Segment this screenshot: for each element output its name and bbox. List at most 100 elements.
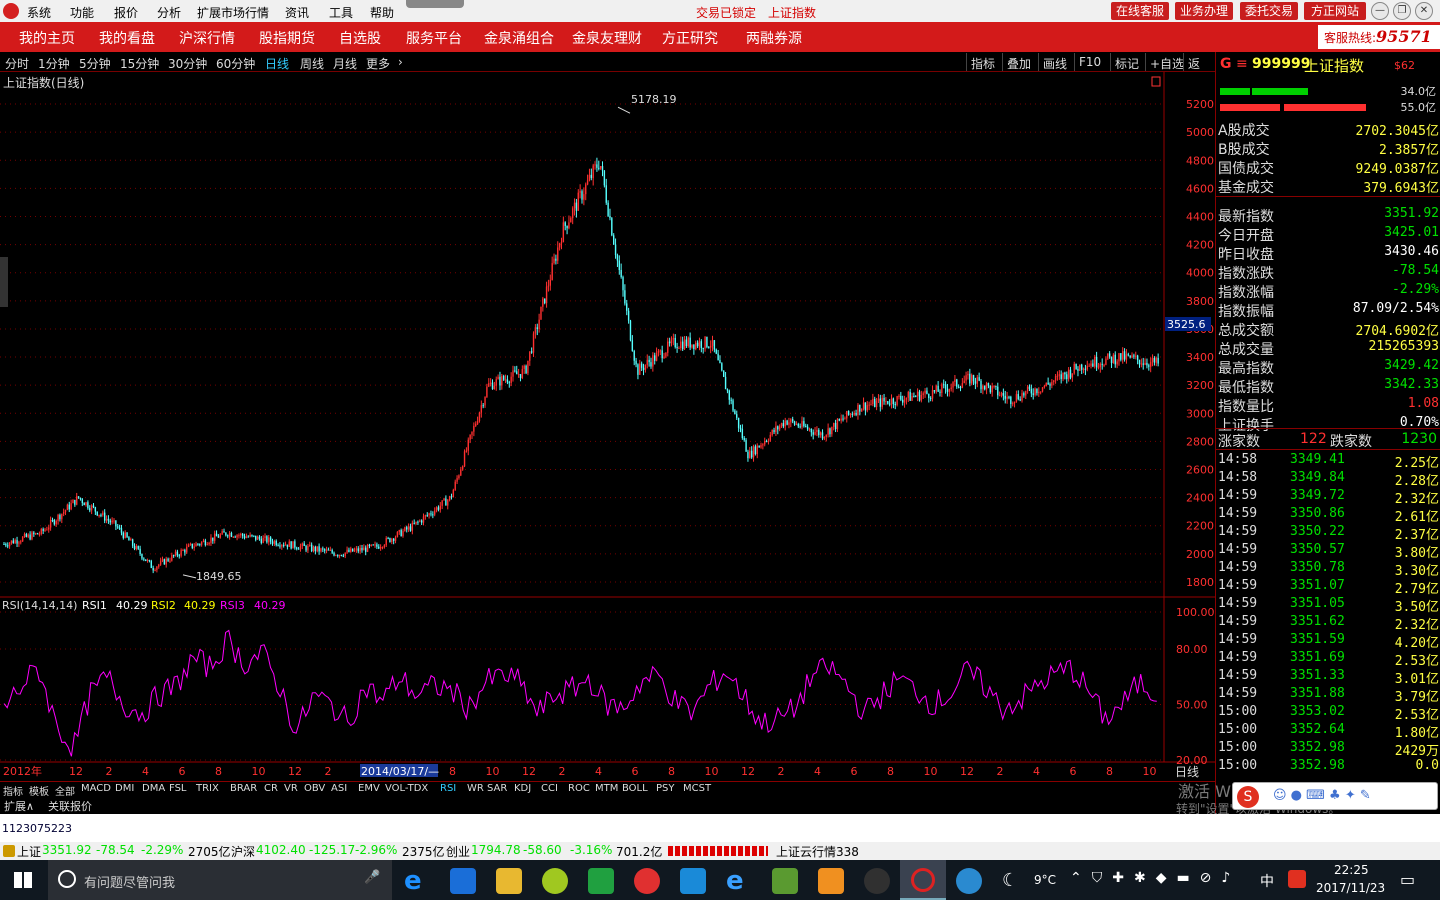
indicator-tab-模板[interactable]: 模板: [29, 783, 49, 798]
menu-info[interactable]: 资讯: [285, 4, 309, 21]
period-monthly[interactable]: 月线: [333, 55, 357, 72]
founder-app-tab[interactable]: [900, 860, 946, 900]
nav-research[interactable]: 方正研究: [662, 28, 718, 48]
ticker-sz-label[interactable]: 沪深: [231, 843, 255, 860]
indicator-tab-mtm[interactable]: MTM: [595, 783, 618, 794]
clock-date[interactable]: 2017/11/23: [1316, 881, 1385, 895]
indicator-tab-fsl[interactable]: FSL: [169, 783, 187, 794]
cortana-search[interactable]: 有问题尽管问我 🎤: [48, 860, 392, 900]
period-5min[interactable]: 5分钟: [79, 55, 111, 72]
ime-tools-icons[interactable]: ☺ ● ⌨ ♣ ✦ ✎: [1273, 788, 1371, 803]
tool-add-watch[interactable]: +自选: [1145, 53, 1188, 71]
menu-analysis[interactable]: 分析: [157, 4, 181, 21]
indicator-tab-vol-tdx[interactable]: VOL-TDX: [385, 783, 428, 794]
indicator-tab-指标[interactable]: 指标: [3, 783, 23, 798]
ime-toolbar[interactable]: S ☺ ● ⌨ ♣ ✦ ✎: [1232, 782, 1438, 810]
menu-ext-market[interactable]: 扩展市场行情: [197, 4, 269, 21]
tray-icons[interactable]: ⌃⛉✚✱◆▬⊘♪: [1070, 870, 1240, 886]
period-weekly[interactable]: 周线: [300, 55, 324, 72]
website-button[interactable]: 方正网站: [1304, 2, 1366, 20]
sogou-tray-icon[interactable]: [1288, 870, 1306, 888]
kline-chart[interactable]: 1800200022002400260028003000320034003600…: [0, 72, 1215, 782]
indicator-tab-全部[interactable]: 全部: [55, 783, 75, 798]
minimize-icon[interactable]: —: [1371, 2, 1389, 20]
menu-tools[interactable]: 工具: [329, 4, 353, 21]
tool-f10[interactable]: F10: [1074, 53, 1105, 71]
tool-back[interactable]: 返回: [1183, 53, 1215, 88]
indicator-tab-cr[interactable]: CR: [264, 783, 278, 794]
tool-mark[interactable]: 标记: [1110, 53, 1143, 71]
indicator-tab-boll[interactable]: BOLL: [622, 783, 648, 794]
indicator-tab-kdj[interactable]: KDJ: [514, 783, 531, 794]
app-icon-2[interactable]: [588, 868, 614, 894]
indicator-tab-obv[interactable]: OBV: [304, 783, 325, 794]
menu-system[interactable]: 系统: [27, 4, 51, 21]
nav-futures[interactable]: 股指期货: [259, 28, 315, 48]
hotline[interactable]: 客服热线:95571: [1318, 25, 1440, 49]
nav-watch[interactable]: 我的看盘: [99, 28, 155, 48]
tool-overlay[interactable]: 叠加: [1002, 53, 1035, 71]
browser-icon[interactable]: [956, 868, 982, 894]
indicator-tab-brar[interactable]: BRAR: [230, 783, 257, 794]
trade-button[interactable]: 委托交易: [1240, 2, 1298, 20]
tab-related[interactable]: 关联报价: [48, 798, 92, 814]
nav-margin[interactable]: 两融券源: [746, 28, 802, 48]
indicator-tab-roc[interactable]: ROC: [568, 783, 590, 794]
weather[interactable]: 9°C: [1034, 873, 1056, 887]
nav-market[interactable]: 沪深行情: [179, 28, 235, 48]
indicator-tab-psy[interactable]: PSY: [656, 783, 675, 794]
app-icon-3[interactable]: [634, 868, 660, 894]
qq-icon[interactable]: [864, 868, 890, 894]
menu-function[interactable]: 功能: [70, 4, 94, 21]
indicator-tab-mcst[interactable]: MCST: [683, 783, 711, 794]
menu-quote[interactable]: 报价: [114, 4, 138, 21]
indicator-tab-emv[interactable]: EMV: [358, 783, 380, 794]
nav-watchlist[interactable]: 自选股: [339, 28, 381, 48]
tab-extend[interactable]: 扩展∧: [4, 798, 34, 814]
close-icon[interactable]: ✕: [1415, 2, 1433, 20]
indicator-tab-cci[interactable]: CCI: [541, 783, 558, 794]
indicator-tab-dma[interactable]: DMA: [142, 783, 165, 794]
period-fenshi[interactable]: 分时: [5, 55, 29, 72]
nav-home[interactable]: 我的主页: [19, 28, 75, 48]
period-15min[interactable]: 15分钟: [120, 55, 159, 72]
menu-help[interactable]: 帮助: [370, 4, 394, 21]
indicator-tab-dmi[interactable]: DMI: [115, 783, 134, 794]
mic-icon[interactable]: 🎤: [364, 870, 380, 885]
period-60min[interactable]: 60分钟: [216, 55, 255, 72]
code-input[interactable]: 1123075223: [2, 822, 72, 835]
indicator-tab-trix[interactable]: TRIX: [196, 783, 219, 794]
tool-indicator[interactable]: 指标: [966, 53, 999, 71]
explorer-icon[interactable]: [496, 868, 522, 894]
indicator-tab-sar[interactable]: SAR: [487, 783, 507, 794]
app-icon-1[interactable]: [542, 868, 568, 894]
indicator-tab-vr[interactable]: VR: [284, 783, 298, 794]
nav-portfolio[interactable]: 金泉涌组合: [484, 28, 554, 48]
nav-service[interactable]: 服务平台: [406, 28, 462, 48]
drag-handle[interactable]: [406, 0, 464, 8]
online-service-button[interactable]: 在线客服: [1111, 2, 1169, 20]
restore-icon[interactable]: ❐: [1393, 2, 1411, 20]
edge-icon[interactable]: e: [404, 868, 430, 894]
windows-start-icon[interactable]: [14, 872, 32, 888]
indicator-tab-macd[interactable]: MACD: [81, 783, 111, 794]
tool-draw[interactable]: 画线: [1038, 53, 1071, 71]
indicator-tab-wr[interactable]: WR: [467, 783, 484, 794]
ime-mode[interactable]: 中: [1260, 871, 1274, 891]
indicator-tab-rsi[interactable]: RSI: [440, 783, 456, 794]
clock-time[interactable]: 22:25: [1334, 863, 1369, 877]
scroll-handle[interactable]: [0, 257, 8, 307]
notification-icon[interactable]: ▭: [1400, 870, 1415, 889]
period-daily[interactable]: 日线: [265, 55, 289, 72]
store-icon[interactable]: [450, 868, 476, 894]
indicator-tab-asi[interactable]: ASI: [331, 783, 347, 794]
nav-finance[interactable]: 金泉友理财: [572, 28, 642, 48]
app-icon-4[interactable]: [772, 868, 798, 894]
period-1min[interactable]: 1分钟: [38, 55, 70, 72]
period-30min[interactable]: 30分钟: [168, 55, 207, 72]
chevron-right-icon[interactable]: ›: [398, 55, 403, 69]
ticker-feed[interactable]: 上证云行情338: [776, 843, 859, 860]
wps-icon[interactable]: [680, 868, 706, 894]
ticker-sh-label[interactable]: 上证: [17, 843, 41, 860]
code-input-area[interactable]: 1123075223: [0, 814, 1440, 842]
